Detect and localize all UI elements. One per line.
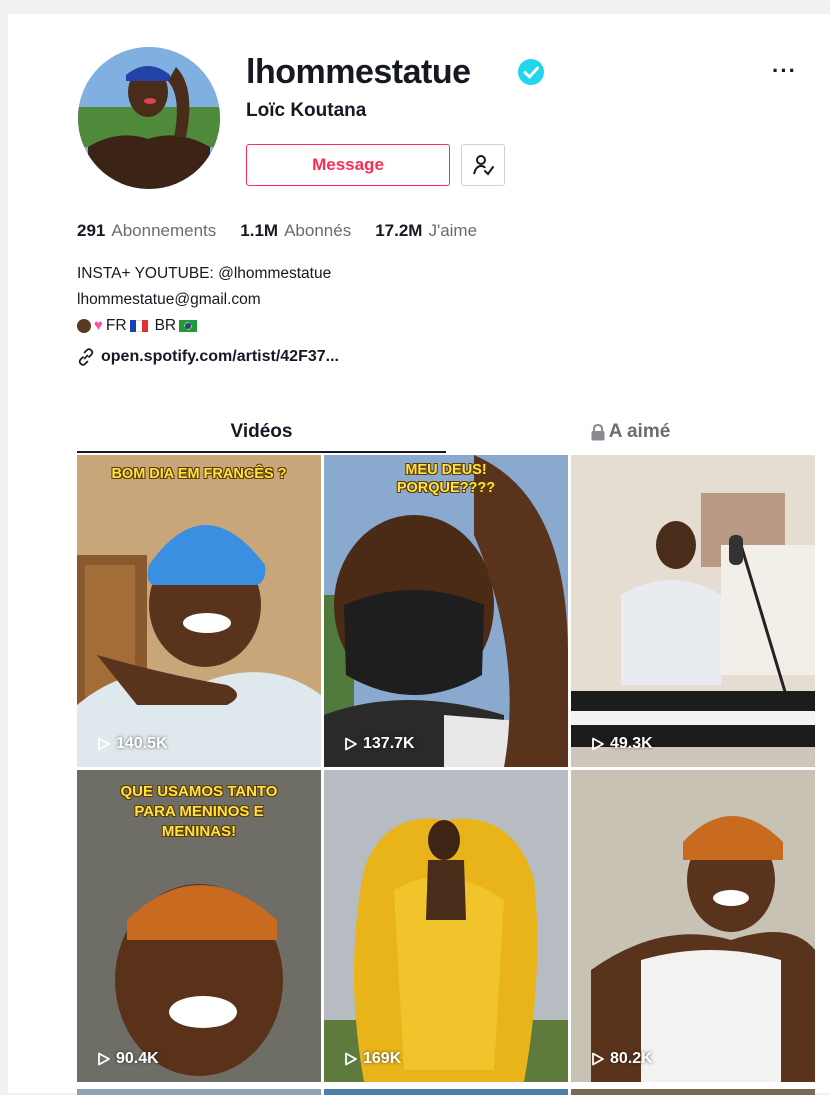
video-thumbnail[interactable]: 80.2K	[571, 770, 815, 1082]
play-icon	[98, 1052, 110, 1066]
bio-line: lhommestatue@gmail.com	[77, 291, 261, 308]
view-count: 169K	[344, 1050, 401, 1068]
verified-badge-icon	[518, 59, 544, 85]
person-emoji-icon	[77, 319, 91, 333]
username: lhommestatue	[246, 53, 471, 91]
heart-emoji-icon: ♥	[94, 317, 103, 334]
user-follow-icon	[473, 155, 494, 176]
play-icon	[592, 1052, 604, 1066]
video-thumbnail-partial[interactable]	[571, 1089, 815, 1095]
brazil-flag-icon	[179, 320, 198, 332]
video-caption: MEU DEUS! PORQUE????	[396, 462, 496, 496]
tab-videos[interactable]: Vidéos	[77, 410, 446, 454]
video-thumbnail[interactable]: QUE USAMOS TANTO PARA MENINOS E MENINAS!…	[77, 770, 321, 1082]
bio-line: INSTA+ YOUTUBE: @lhommestatue	[77, 265, 332, 282]
link-icon	[78, 348, 94, 366]
france-flag-icon	[129, 320, 148, 332]
display-name: Loïc Koutana	[246, 100, 367, 121]
stat-following[interactable]: 291 Abonnements	[77, 221, 216, 241]
view-count: 80.2K	[591, 1050, 653, 1068]
tab-liked[interactable]: A aimé	[446, 410, 814, 454]
play-icon	[592, 737, 604, 751]
stat-followers[interactable]: 1.1M Abonnés	[240, 221, 351, 241]
play-icon	[98, 737, 110, 751]
avatar[interactable]	[78, 47, 220, 189]
bio-flags-line: ♥ FR BR	[77, 313, 331, 339]
profile-stats: 291 Abonnements 1.1M Abonnés 17.2M J'aime	[77, 221, 477, 241]
play-icon	[345, 737, 357, 751]
follow-user-button[interactable]	[461, 144, 505, 186]
video-thumbnail-partial[interactable]	[77, 1089, 321, 1095]
view-count: 137.7K	[344, 735, 415, 753]
video-thumbnail[interactable]: 169K	[324, 770, 568, 1082]
view-count: 140.5K	[97, 735, 168, 753]
profile-link[interactable]: open.spotify.com/artist/42F37...	[77, 348, 339, 366]
view-count: 49.3K	[591, 735, 653, 753]
video-thumbnail[interactable]: BOM DIA EM FRANCÊS ? 140.5K	[77, 455, 321, 767]
bio: INSTA+ YOUTUBE: @lhommestatue lhommestat…	[77, 261, 331, 339]
play-icon	[345, 1052, 357, 1066]
profile-card: lhommestatue ··· Loïc Koutana Message 29…	[8, 14, 830, 1095]
more-options-button[interactable]: ···	[772, 58, 797, 84]
video-thumbnail[interactable]: 49.3K	[571, 455, 815, 767]
video-thumbnail[interactable]: MEU DEUS! PORQUE???? 137.7K	[324, 455, 568, 767]
stat-likes: 17.2M J'aime	[375, 221, 478, 240]
view-count: 90.4K	[97, 1050, 159, 1068]
video-caption: QUE USAMOS TANTO PARA MENINOS E MENINAS!	[120, 783, 278, 840]
lock-icon	[591, 423, 605, 440]
message-button[interactable]: Message	[246, 144, 450, 186]
active-tab-indicator	[77, 451, 446, 453]
video-thumbnail-partial[interactable]	[324, 1089, 568, 1095]
profile-tabs: Vidéos A aimé	[77, 410, 814, 454]
video-caption: BOM DIA EM FRANCÊS ?	[111, 466, 287, 482]
page: lhommestatue ··· Loïc Koutana Message 29…	[0, 0, 830, 1095]
